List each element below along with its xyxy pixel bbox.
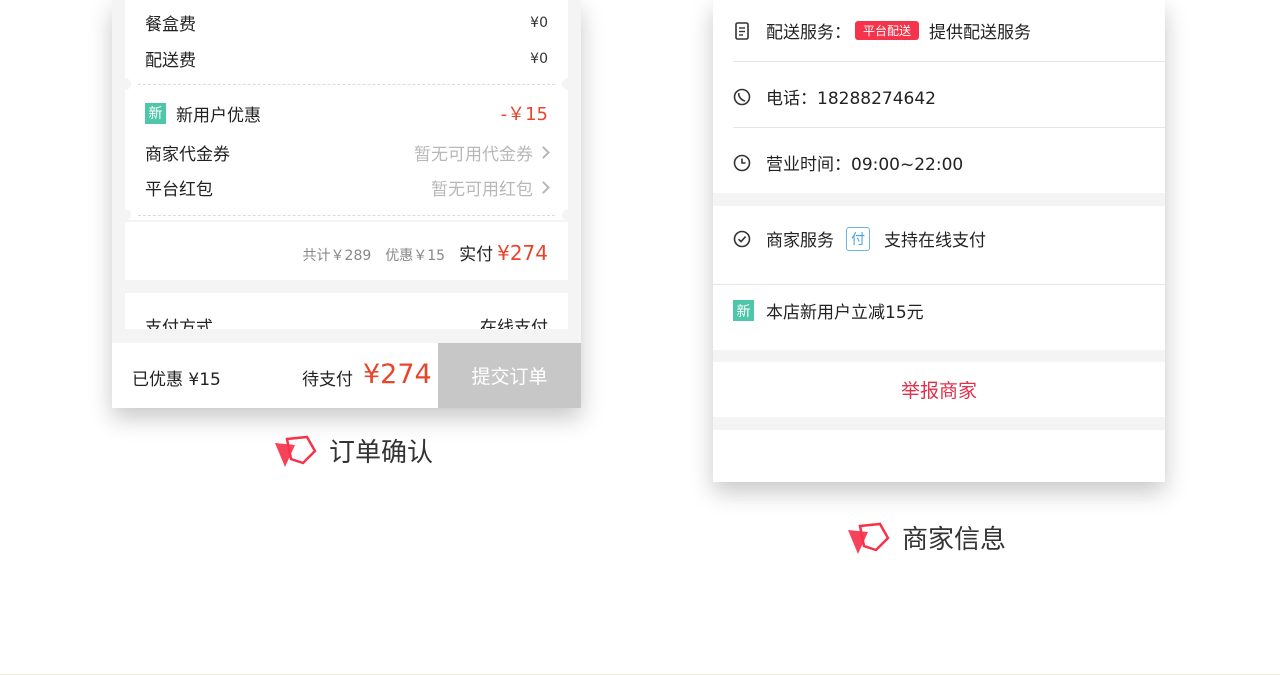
total-card: 共计￥289 优惠￥15 实付 ¥274	[125, 222, 568, 280]
caption-text: 订单确认	[329, 438, 434, 468]
pay-method-value: 在线支付	[480, 318, 548, 329]
online-pay-badge: 付	[846, 226, 870, 251]
new-user-promo-row: 新 本店新用户立减15元	[733, 298, 1145, 323]
phone-row[interactable]: 电话：18288274642	[733, 84, 1145, 109]
platform-redpack-label: 平台红包	[145, 180, 213, 200]
pending-amount: ¥274	[363, 359, 432, 390]
delivery-service-row: 配送服务： 平台配送 提供配送服务	[733, 18, 1145, 43]
brand-logo-icon	[273, 433, 317, 469]
new-user-discount-value: -￥15	[500, 104, 548, 125]
chevron-right-icon	[537, 146, 550, 159]
paid-amount: ¥274	[497, 241, 548, 265]
report-merchant-button[interactable]: 举报商家	[713, 376, 1165, 403]
blank-panel	[713, 430, 1165, 482]
caption-text: 商家信息	[902, 525, 1007, 555]
phone-text: 电话：18288274642	[766, 89, 936, 109]
delivery-text: 提供配送服务	[929, 23, 1032, 43]
ticket-notch	[562, 209, 574, 221]
paid-label: 实付	[459, 245, 494, 265]
platform-redpack-value: 暂无可用红包	[431, 180, 533, 200]
report-panel[interactable]: 举报商家	[713, 362, 1165, 417]
submit-order-button[interactable]: 提交订单	[438, 343, 581, 408]
fee-value: ¥0	[530, 50, 548, 67]
check-circle-icon	[733, 230, 751, 248]
promo-text: 本店新用户立减15元	[766, 303, 924, 323]
pay-method-row[interactable]: 支付方式 在线支付	[145, 313, 548, 329]
merchant-service-row: 商家服务 付 支持在线支付	[733, 226, 1145, 251]
platform-delivery-badge: 平台配送	[855, 21, 920, 40]
merchant-coupon-row[interactable]: 商家代金券 暂无可用代金券	[145, 140, 550, 165]
phone-icon	[733, 88, 751, 106]
merchant-service-panel: 商家服务 付 支持在线支付 新 本店新用户立减15元	[713, 206, 1165, 350]
fee-label: 配送费	[145, 51, 196, 71]
fee-value: ¥0	[530, 14, 548, 31]
new-badge-icon: 新	[145, 102, 166, 124]
service-text: 支持在线支付	[884, 231, 986, 251]
discounted-amount: 已优惠 ¥15	[132, 370, 221, 390]
showcase-stage: 餐盒费 ¥0 配送费 ¥0 新 新用户优惠 -￥15 商家代金券 暂无可用代金券…	[0, 0, 1280, 675]
row-divider	[733, 127, 1165, 128]
fee-card: 餐盒费 ¥0 配送费 ¥0 新 新用户优惠 -￥15 商家代金券 暂无可用代金券…	[119, 0, 574, 221]
checkout-bar: 已优惠 ¥15 待支付 ¥274 提交订单	[112, 343, 581, 408]
new-badge-icon: 新	[733, 300, 754, 321]
merchant-info-caption: 商家信息	[846, 519, 1006, 556]
merchant-coupon-value: 暂无可用代金券	[414, 145, 533, 165]
ticket-notch	[119, 209, 131, 221]
row-divider	[733, 61, 1165, 62]
merchant-info-screen: 配送服务： 平台配送 提供配送服务 电话：18288274642 营业时间：09…	[713, 0, 1165, 482]
fee-label: 餐盒费	[145, 15, 196, 35]
new-user-discount-row: 新 新用户优惠 -￥15	[145, 100, 548, 126]
delivery-label: 配送服务：	[766, 23, 851, 43]
pending-label: 待支付	[302, 370, 353, 390]
pay-method-label: 支付方式	[145, 318, 213, 329]
merchant-contact-panel: 配送服务： 平台配送 提供配送服务 电话：18288274642 营业时间：09…	[713, 0, 1165, 193]
platform-redpack-row[interactable]: 平台红包 暂无可用红包	[145, 175, 550, 200]
fee-row-delivery: 配送费 ¥0	[145, 46, 548, 72]
fee-row-box: 餐盒费 ¥0	[145, 10, 548, 36]
service-label: 商家服务	[766, 231, 834, 251]
total-amount: 共计￥289	[302, 248, 372, 264]
dashed-divider	[138, 84, 555, 85]
business-hours-row: 营业时间：09:00~22:00	[733, 150, 1145, 175]
brand-logo-icon	[846, 520, 890, 556]
order-confirm-screen: 餐盒费 ¥0 配送费 ¥0 新 新用户优惠 -￥15 商家代金券 暂无可用代金券…	[112, 0, 581, 408]
order-confirm-caption: 订单确认	[273, 432, 433, 469]
merchant-coupon-label: 商家代金券	[145, 145, 230, 165]
new-user-label: 新用户优惠	[176, 105, 261, 126]
document-icon	[733, 21, 751, 40]
total-summary: 共计￥289 优惠￥15 实付 ¥274	[289, 240, 548, 265]
row-divider	[713, 284, 1165, 285]
pay-method-card[interactable]: 支付方式 在线支付	[125, 293, 568, 329]
chevron-right-icon	[537, 181, 550, 194]
hours-text: 营业时间：09:00~22:00	[766, 155, 964, 175]
dashed-divider	[138, 215, 555, 216]
discount-amount: 优惠￥15	[385, 248, 446, 264]
ticket-notch	[119, 78, 131, 90]
clock-icon	[733, 154, 751, 172]
ticket-notch	[562, 78, 574, 90]
